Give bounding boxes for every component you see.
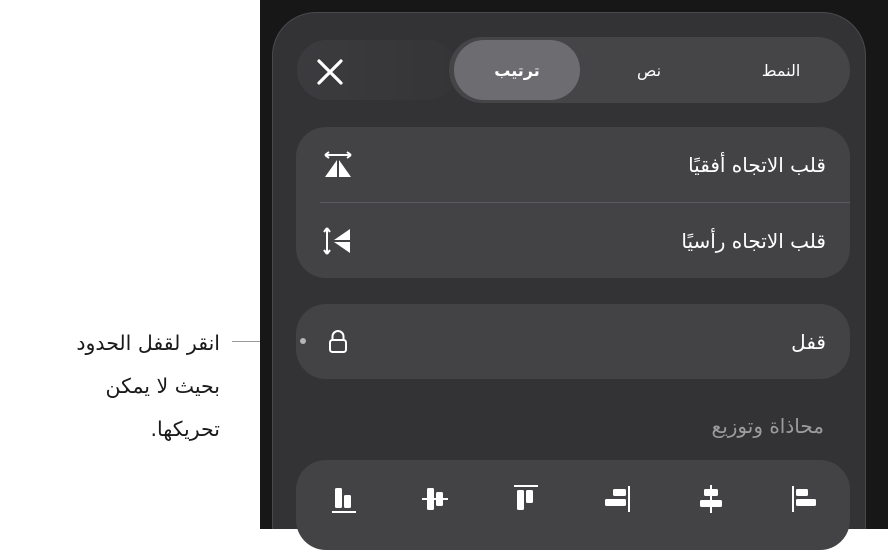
callout-line-3: تحريكها. — [150, 417, 221, 441]
align-bottom-icon — [332, 488, 356, 513]
align-left-button[interactable] — [788, 482, 822, 516]
lock-group: قفل — [296, 304, 850, 379]
align-top-button[interactable] — [509, 482, 543, 516]
callout-line-2: بحيث لا يمكن — [105, 374, 220, 398]
align-middle-button[interactable] — [418, 482, 452, 516]
align-right-button[interactable] — [600, 482, 634, 516]
lock-icon — [322, 326, 354, 358]
flip-group: قلب الاتجاه أفقيًا قلب الاتجاه رأسيًا — [296, 127, 850, 278]
align-center-button[interactable] — [694, 482, 728, 516]
tab-style[interactable]: النمط — [717, 40, 845, 100]
align-center-icon — [700, 485, 722, 513]
flip-vertical-row[interactable]: قلب الاتجاه رأسيًا — [296, 203, 850, 278]
section-title-align-distribute: محاذاة وتوزيع — [711, 414, 824, 438]
tab-arrange[interactable]: ترتيب — [454, 40, 580, 100]
align-right-icon — [605, 486, 630, 512]
lock-label: قفل — [791, 329, 826, 354]
flip-horizontal-icon — [322, 149, 354, 181]
align-toolbar — [296, 460, 850, 550]
flip-vertical-icon — [322, 225, 354, 257]
flip-horizontal-label: قلب الاتجاه أفقيًا — [688, 152, 826, 177]
align-bottom-button[interactable] — [327, 482, 361, 516]
lock-row[interactable]: قفل — [296, 304, 850, 379]
align-middle-icon — [422, 488, 448, 510]
align-left-icon — [792, 486, 816, 512]
close-icon — [317, 59, 343, 85]
callout-line-1: انقر لقفل الحدود — [76, 331, 220, 355]
align-top-icon — [514, 485, 538, 510]
tab-text[interactable]: نص — [585, 40, 713, 100]
callout-leader-dot — [300, 338, 306, 344]
flip-horizontal-row[interactable]: قلب الاتجاه أفقيًا — [296, 127, 850, 202]
segmented-tabs: النمط نص ترتيب — [449, 37, 850, 103]
flip-vertical-label: قلب الاتجاه رأسيًا — [681, 228, 826, 253]
close-button[interactable] — [300, 42, 360, 102]
callout-text: انقر لقفل الحدود بحيث لا يمكن تحريكها. — [0, 322, 220, 451]
